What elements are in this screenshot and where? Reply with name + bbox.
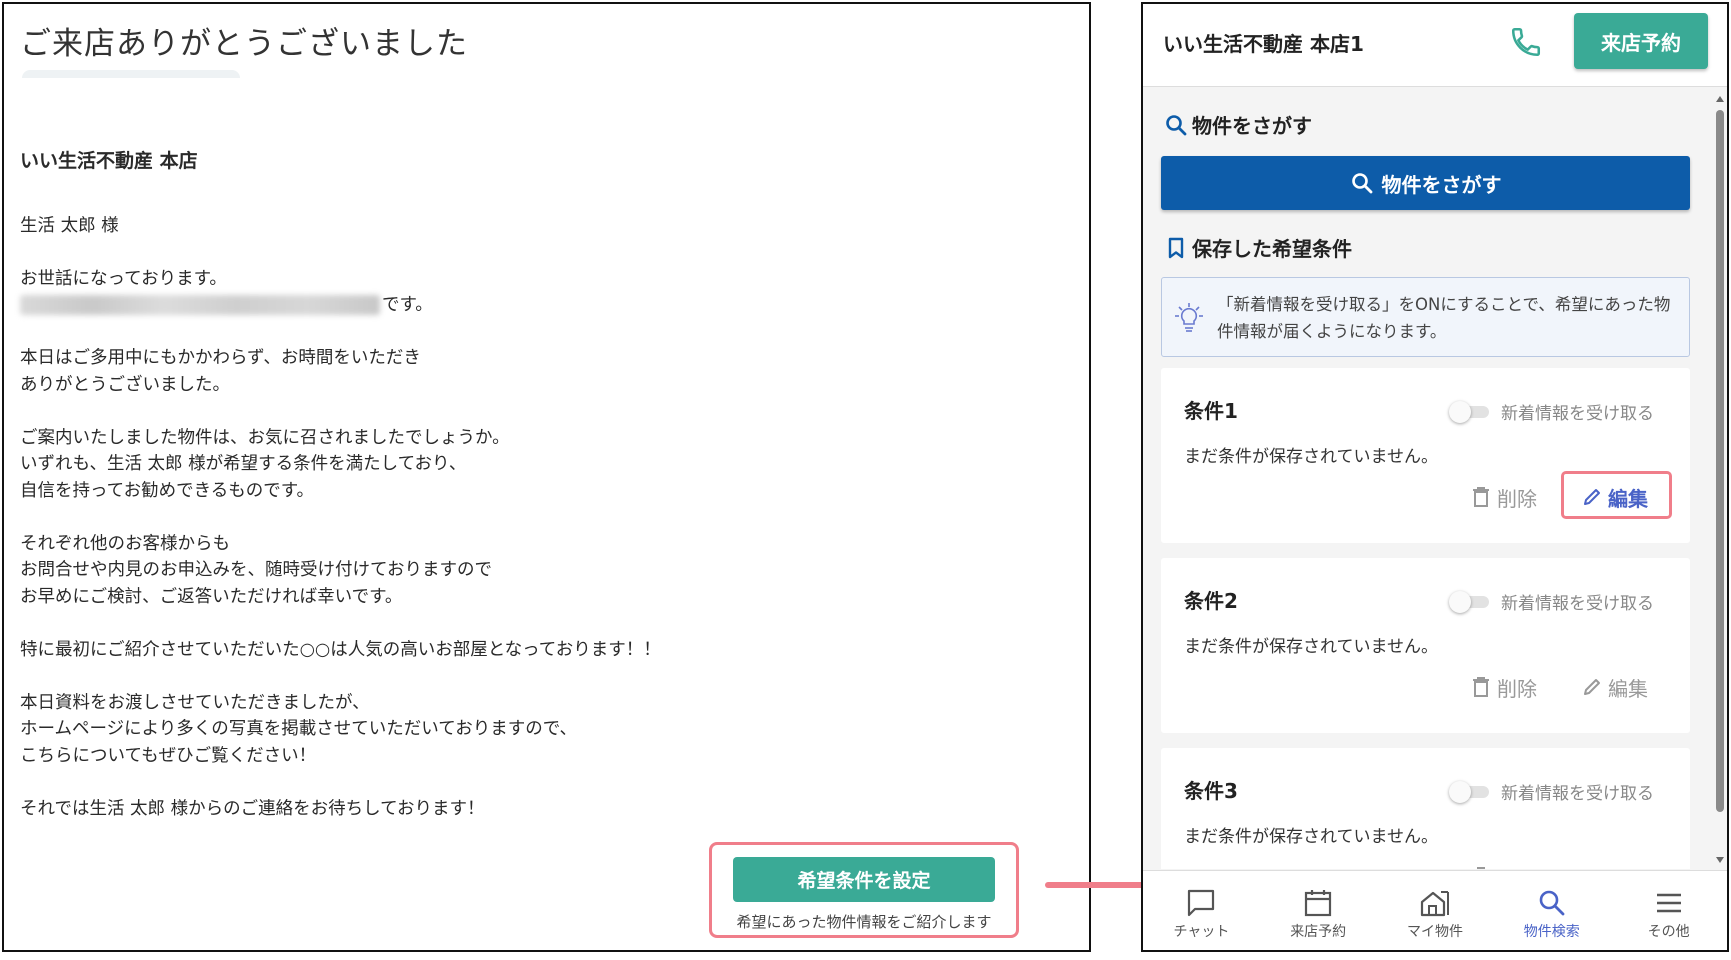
paragraph-2: ご案内いたしました物件は、お気に召されましたでしょうか。 いずれも、生活 太郎 … (20, 427, 510, 501)
search-icon (1351, 173, 1372, 194)
edit-button[interactable]: 編集 (1582, 672, 1648, 702)
cta-caption: 希望にあった物件情報をご紹介します (736, 913, 992, 931)
delete-button[interactable]: 削除 (1471, 862, 1537, 869)
empty-condition-text: まだ条件が保存されていません。 (1184, 637, 1438, 657)
intro-line: です。 (20, 292, 1060, 319)
set-conditions-button[interactable]: 希望条件を設定 (733, 857, 995, 902)
tip-box: 「新着情報を受け取る」をONにすることで、希望にあった物件情報が届くようになりま… (1161, 277, 1690, 357)
nav-label: マイ物件 (1406, 924, 1463, 940)
delete-label: 削除 (1497, 676, 1537, 701)
notify-toggle[interactable] (1449, 401, 1489, 423)
reserve-button[interactable]: 来店予約 (1574, 13, 1708, 69)
trash-icon (1473, 677, 1489, 697)
paragraph-5: 本日資料をお渡しさせていただきましたが、 ホームページにより多くの写真を掲載させ… (20, 692, 578, 766)
intro-suffix: です。 (382, 295, 433, 315)
search-button-label: 物件をさがす (1381, 172, 1502, 197)
delete-label: 削除 (1497, 486, 1537, 511)
cta-highlight-box: 希望条件を設定 希望にあった物件情報をご紹介します (709, 842, 1019, 938)
trash-icon (1473, 487, 1489, 507)
empty-condition-text: まだ条件が保存されていません。 (1184, 447, 1438, 467)
edit-button[interactable]: 編集 (1582, 862, 1648, 870)
delete-button[interactable]: 削除 (1471, 672, 1537, 702)
toggle-knob (1449, 591, 1471, 613)
toggle-label: 新着情報を受け取る (1501, 594, 1654, 614)
nav-item-my-properties[interactable]: マイ物件 (1377, 871, 1494, 950)
recipient: 生活 太郎 様 (20, 215, 119, 236)
saved-section-heading: 保存した希望条件 (1164, 233, 1352, 262)
pencil-icon (1584, 489, 1600, 505)
tip-text: 「新着情報を受け取る」をONにすることで、希望にあった物件情報が届くようになりま… (1217, 295, 1671, 341)
toggle-knob (1449, 401, 1471, 423)
empty-condition-text: まだ条件が保存されていません。 (1184, 827, 1438, 847)
shop-name: いい生活不動産 本店 (20, 150, 198, 172)
edit-label: 編集 (1608, 676, 1648, 701)
edit-label: 編集 (1608, 486, 1648, 511)
search-properties-button[interactable]: 物件をさがす (1161, 156, 1690, 210)
paragraph-6: それでは生活 太郎 様からのご連絡をお待ちしております！ (20, 798, 485, 819)
trash-icon (1477, 867, 1485, 869)
saved-section-label: 保存した希望条件 (1192, 237, 1352, 261)
delete-label: 削除 (1497, 863, 1537, 870)
edit-label: 編集 (1608, 863, 1648, 870)
email-body: いい生活不動産 本店 生活 太郎 様 お世話になっております。 です。 本日はご… (20, 148, 1060, 849)
search-section-heading: 物件をさがす (1164, 110, 1312, 139)
nav-label: その他 (1647, 924, 1690, 940)
condition-card: 条件2 新着情報を受け取る まだ条件が保存されていません。 削除 編集 (1161, 558, 1690, 733)
pencil-icon (1584, 679, 1600, 695)
search-icon (1166, 114, 1187, 135)
condition-card: 条件3 新着情報を受け取る まだ条件が保存されていません。 削除 編集 (1161, 748, 1690, 869)
toggle-knob (1449, 781, 1471, 803)
notify-toggle[interactable] (1449, 591, 1489, 613)
chat-icon (1188, 889, 1215, 917)
scrollbar-thumb[interactable] (1716, 110, 1724, 812)
paragraph-3: それぞれ他のお客様からも お問合せや内見のお申込みを、随時受け付けておりますので… (20, 533, 492, 607)
toggle-label: 新着情報を受け取る (1501, 404, 1654, 424)
search-section-label: 物件をさがす (1192, 114, 1312, 138)
nav-label: 来店予約 (1290, 924, 1347, 940)
pencil-icon (1582, 867, 1602, 869)
condition-name: 条件3 (1184, 779, 1238, 803)
menu-icon (1656, 893, 1681, 913)
search-icon (1539, 890, 1565, 916)
phone-icon[interactable] (1509, 25, 1543, 59)
delete-button[interactable]: 削除 (1471, 482, 1537, 512)
nav-item-reserve[interactable]: 来店予約 (1260, 871, 1377, 950)
nav-label: 物件検索 (1523, 924, 1580, 940)
condition-name: 条件1 (1184, 399, 1238, 423)
app-title: いい生活不動産 本店1 (1163, 32, 1364, 56)
redacted-text (20, 295, 380, 316)
edit-button[interactable]: 編集 (1582, 482, 1648, 512)
scroll-down-arrow[interactable] (1716, 857, 1724, 863)
condition-card: 条件1 新着情報を受け取る まだ条件が保存されていません。 削除 編集 (1161, 368, 1690, 543)
toggle-label: 新着情報を受け取る (1501, 784, 1654, 804)
paragraph-1: 本日はご多用中にもかかわらず、お時間をいただき ありがとうございました。 (20, 348, 421, 395)
nav-item-property-search[interactable]: 物件検索 (1493, 871, 1610, 950)
app-header: いい生活不動産 本店1 来店予約 (1143, 4, 1727, 87)
bookmark-icon (1168, 237, 1184, 258)
nav-label: チャット (1173, 924, 1230, 940)
bottom-nav: チャット 来店予約 マイ物件 物件検索 その他 (1143, 870, 1727, 950)
email-panel: ご来店ありがとうございました いい生活不動産 本店 生活 太郎 様 お世話になっ… (2, 2, 1091, 952)
notify-toggle[interactable] (1449, 781, 1489, 803)
scroll-up-arrow[interactable] (1716, 96, 1724, 102)
nav-item-chat[interactable]: チャット (1143, 871, 1260, 950)
email-title: ご来店ありがとうございました (20, 26, 468, 62)
condition-name: 条件2 (1184, 589, 1238, 613)
title-underline (22, 70, 240, 78)
app-panel: いい生活不動産 本店1 来店予約 物件をさがす 物件をさがす 保存した希望条件 (1141, 2, 1729, 952)
paragraph-4: 特に最初にご紹介させていただいた○○は人気の高いお部屋となっております！！ (20, 639, 661, 660)
greeting: お世話になっております。 (20, 268, 227, 289)
lightbulb-icon (1175, 303, 1203, 332)
app-scroll-area[interactable]: 物件をさがす 物件をさがす 保存した希望条件 「新着情報を受け取る」をONにする… (1143, 88, 1717, 869)
nav-item-other[interactable]: その他 (1610, 871, 1727, 950)
calendar-icon (1305, 890, 1332, 917)
scrollbar[interactable] (1713, 88, 1727, 869)
house-icon (1420, 891, 1449, 917)
